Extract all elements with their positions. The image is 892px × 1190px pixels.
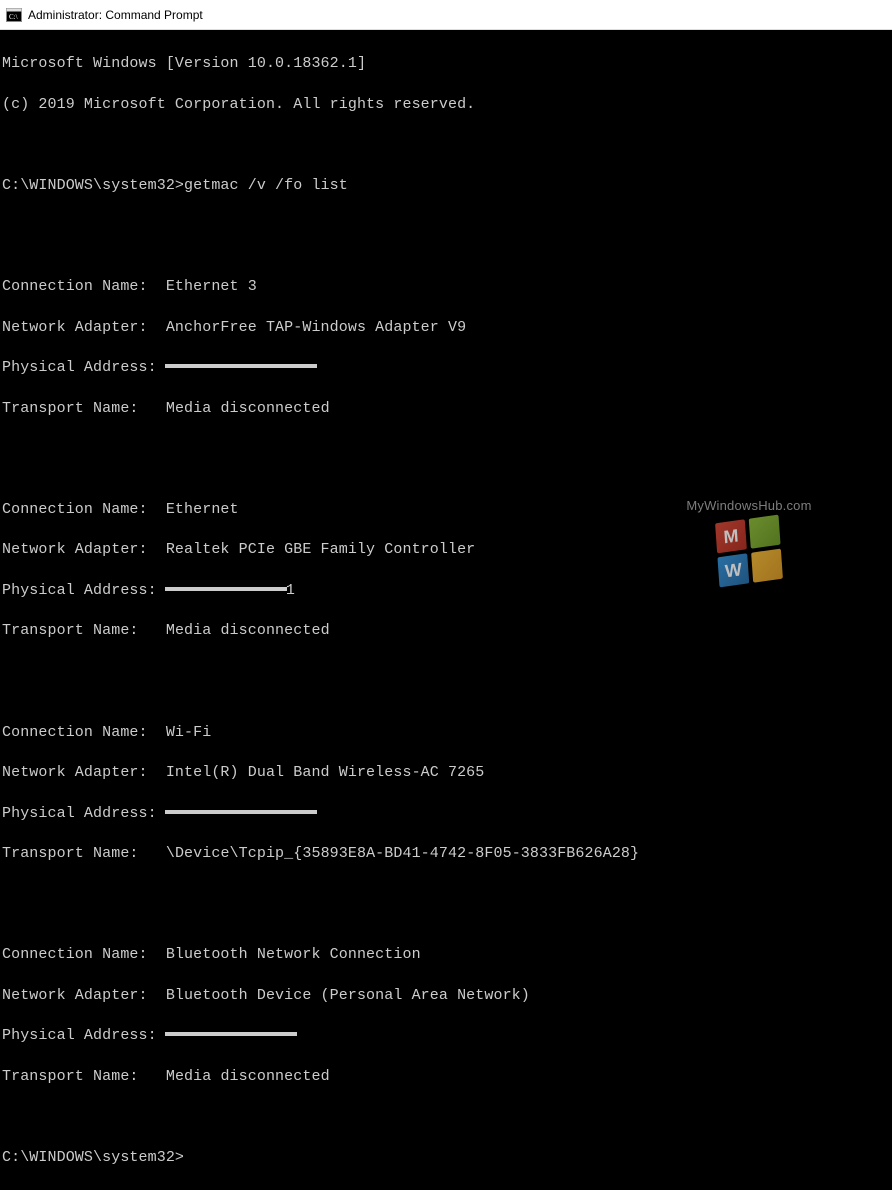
blank-line [2,439,890,459]
prompt-path: C:\WINDOWS\system32> [2,1149,184,1166]
label-adapter: Network Adapter: [2,319,148,336]
entry-row: Physical Address: 1 [2,581,890,601]
window-title: Administrator: Command Prompt [28,8,203,22]
value-transport: Media disconnected [166,622,330,639]
value-transport: Media disconnected [166,400,330,417]
label-adapter: Network Adapter: [2,764,148,781]
label-transport: Transport Name: [2,622,139,639]
value-connection: Ethernet 3 [166,278,257,295]
prompt-path: C:\WINDOWS\system32> [2,177,184,194]
os-version-line: Microsoft Windows [Version 10.0.18362.1] [2,54,890,74]
entry-row: Physical Address: [2,1026,890,1046]
copyright-line: (c) 2019 Microsoft Corporation. All righ… [2,95,890,115]
label-physical: Physical Address: [2,359,157,376]
prompt-line: C:\WINDOWS\system32>getmac /v /fo list [2,176,890,196]
label-physical: Physical Address: [2,1027,157,1044]
blank-line [2,1107,890,1127]
label-physical: Physical Address: [2,805,157,822]
blank-line [2,216,890,236]
value-transport: \Device\Tcpip_{35893E8A-BD41-4742-8F05-3… [166,845,639,862]
redacted-mac [166,811,316,813]
entry-row: Network Adapter: Bluetooth Device (Perso… [2,986,890,1006]
redacted-mac [166,365,316,367]
entry-row: Physical Address: [2,804,890,824]
value-connection: Ethernet [166,501,239,518]
entry-row: Network Adapter: AnchorFree TAP-Windows … [2,318,890,338]
entry-row: Connection Name: Wi-Fi [2,723,890,743]
label-adapter: Network Adapter: [2,541,148,558]
entry-row: Connection Name: Ethernet 3 [2,277,890,297]
label-connection: Connection Name: [2,946,148,963]
redacted-mac [166,1033,296,1035]
value-connection: Bluetooth Network Connection [166,946,421,963]
cmd-icon: C:\ [6,7,22,23]
command-text: getmac /v /fo list [184,177,348,194]
label-connection: Connection Name: [2,278,148,295]
value-adapter: Bluetooth Device (Personal Area Network) [166,987,530,1004]
entry-row: Connection Name: Bluetooth Network Conne… [2,945,890,965]
entry-row: Connection Name: Ethernet [2,500,890,520]
blank-line [2,885,890,905]
entry-row: Transport Name: Media disconnected [2,1067,890,1087]
physical-suffix: 1 [286,582,295,599]
value-adapter: Intel(R) Dual Band Wireless-AC 7265 [166,764,485,781]
blank-line [2,135,890,155]
terminal-output[interactable]: Microsoft Windows [Version 10.0.18362.1]… [0,30,892,1190]
final-prompt-line: C:\WINDOWS\system32> [2,1148,890,1168]
svg-text:C:\: C:\ [9,13,18,21]
blank-line [2,662,890,682]
label-connection: Connection Name: [2,501,148,518]
entry-row: Network Adapter: Intel(R) Dual Band Wire… [2,763,890,783]
label-transport: Transport Name: [2,845,139,862]
value-connection: Wi-Fi [166,724,212,741]
label-adapter: Network Adapter: [2,987,148,1004]
entry-row: Transport Name: \Device\Tcpip_{35893E8A-… [2,844,890,864]
label-transport: Transport Name: [2,1068,139,1085]
value-adapter: AnchorFree TAP-Windows Adapter V9 [166,319,466,336]
label-transport: Transport Name: [2,400,139,417]
redacted-mac [166,588,286,590]
entry-row: Transport Name: Media disconnected [2,399,890,419]
label-connection: Connection Name: [2,724,148,741]
value-transport: Media disconnected [166,1068,330,1085]
entry-row: Physical Address: [2,358,890,378]
entry-row: Network Adapter: Realtek PCIe GBE Family… [2,540,890,560]
window-titlebar[interactable]: C:\ Administrator: Command Prompt [0,0,892,30]
entry-row: Transport Name: Media disconnected [2,621,890,641]
value-adapter: Realtek PCIe GBE Family Controller [166,541,475,558]
label-physical: Physical Address: [2,582,157,599]
